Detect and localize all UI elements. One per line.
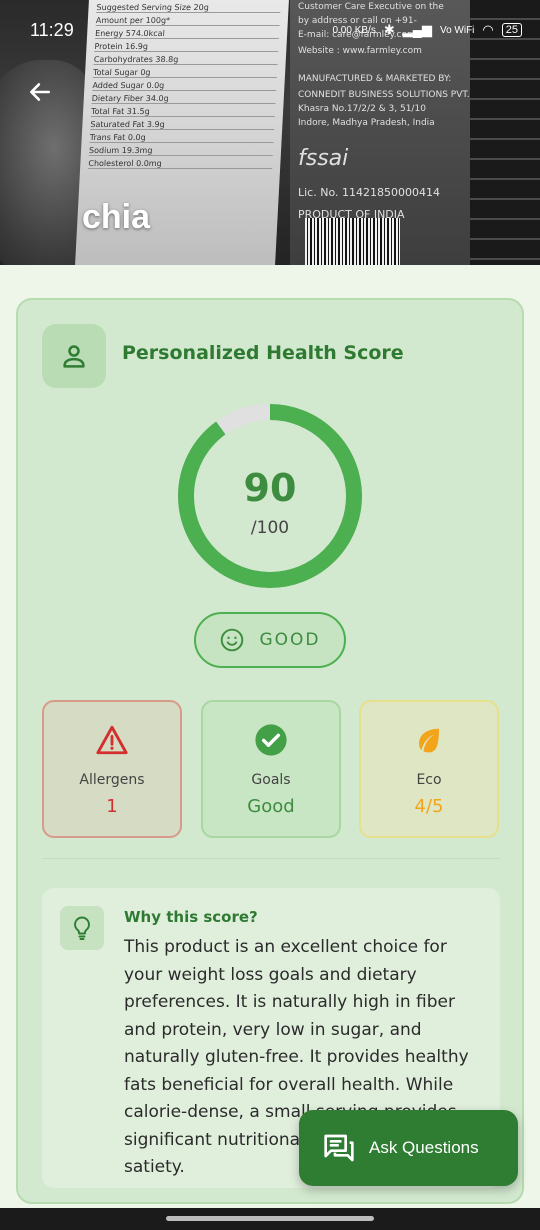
network-label: Vo WiFi [439, 24, 475, 36]
status-time: 11:29 [30, 20, 74, 40]
wifi-icon: ◠ [482, 22, 494, 37]
why-icon-box [60, 906, 104, 950]
metric-allergens[interactable]: Allergens 1 [42, 700, 182, 838]
pack-text: MANUFACTURED & MARKETED BY: [298, 74, 452, 84]
warning-icon [96, 725, 128, 755]
check-circle-icon [255, 724, 287, 756]
chat-icon [324, 1134, 354, 1162]
pack-text: Khasra No.17/2/2 & 3, 51/10 [298, 104, 426, 114]
back-button[interactable] [24, 76, 56, 108]
label-row: Saturated Fat 3.9g [90, 120, 275, 130]
score-max: /100 [250, 518, 290, 538]
metric-goals[interactable]: Goals Good [201, 700, 341, 838]
card-title: Personalized Health Score [122, 342, 404, 364]
label-row: Dietary Fiber 34.0g [91, 94, 277, 104]
ask-questions-button[interactable]: Ask Questions [299, 1110, 518, 1186]
bluetooth-icon: ✱ [383, 22, 395, 37]
battery-icon: 25 [501, 23, 522, 37]
metric-value: 4/5 [414, 796, 444, 817]
label-row: Total Sugar 0g [92, 68, 278, 78]
metric-eco[interactable]: Eco 4/5 [359, 700, 499, 838]
pack-text: Lic. No. 11421850000414 [298, 186, 440, 199]
section-divider [42, 858, 500, 859]
lightbulb-icon [74, 916, 90, 940]
fab-label: Ask Questions [369, 1138, 479, 1157]
net-speed: 0.00 KB/s [332, 24, 376, 36]
why-title: Why this score? [124, 908, 258, 926]
health-score-card: Personalized Health Score 90 /100 GOOD A… [16, 298, 524, 1204]
metric-label: Allergens [79, 772, 145, 788]
metric-label: Eco [416, 772, 442, 788]
metric-value: 1 [106, 796, 118, 817]
barcode [305, 218, 400, 265]
product-title: chia [82, 198, 151, 236]
label-row: Trans Fat 0.0g [89, 133, 274, 143]
person-icon [63, 345, 85, 368]
label-row: Cholesterol 0.0mg [88, 159, 273, 169]
label-row: Sodium 19.3mg [88, 146, 274, 156]
pack-text: Indore, Madhya Pradesh, India [298, 118, 435, 128]
arrow-left-icon [30, 83, 50, 101]
metric-value: Good [247, 796, 295, 817]
status-bar: 11:29 0.00 KB/s ✱ ▂▄▆ Vo WiFi ◠ 25 [0, 0, 540, 62]
metric-label: Goals [251, 772, 291, 788]
fssai-logo: fssai [298, 146, 349, 171]
smile-icon [221, 628, 244, 652]
status-icons: 0.00 KB/s ✱ ▂▄▆ Vo WiFi ◠ 25 [332, 22, 522, 38]
grade-badge: GOOD [194, 612, 346, 668]
label-row: Added Sugar 0.0g [92, 81, 277, 91]
home-handle[interactable] [166, 1216, 374, 1221]
grade-label: GOOD [259, 630, 321, 650]
pack-text: CONNEDIT BUSINESS SOLUTIONS PVT. [298, 90, 470, 100]
label-row: Total Fat 31.5g [90, 107, 276, 117]
card-header-icon [42, 324, 106, 388]
leaf-icon [419, 728, 439, 753]
signal-icon: ▂▄▆ [402, 22, 432, 37]
score-value: 90 [243, 466, 297, 510]
